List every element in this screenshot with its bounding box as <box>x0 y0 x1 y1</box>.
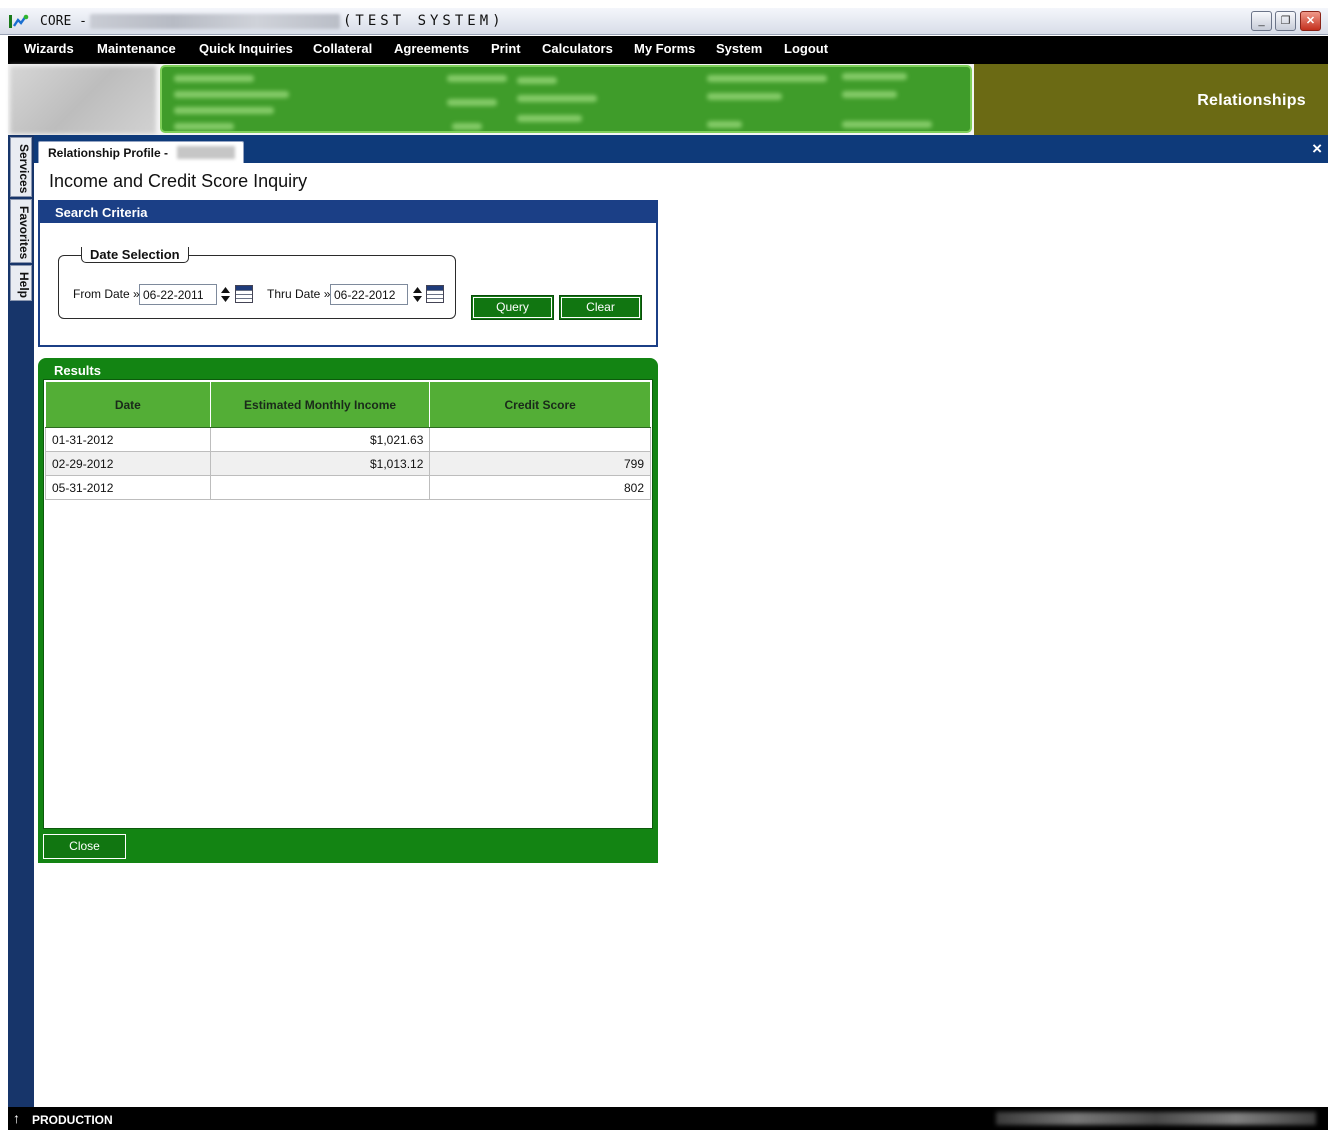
redacted-status-info <box>996 1112 1316 1125</box>
cell-date: 01-31-2012 <box>45 427 211 452</box>
side-tab-favorites[interactable]: Favorites <box>10 199 32 263</box>
close-button[interactable]: Close <box>43 834 126 859</box>
menu-logout[interactable]: Logout <box>784 41 828 56</box>
tab-label: Relationship Profile - <box>48 146 169 160</box>
table-row[interactable]: 01-31-2012 $1,021.63 <box>45 427 651 452</box>
page-title: Income and Credit Score Inquiry <box>49 171 308 191</box>
menu-collateral[interactable]: Collateral <box>313 41 372 56</box>
thru-date-calendar-icon[interactable] <box>426 285 444 303</box>
thru-date-spinner-icon[interactable] <box>412 286 423 303</box>
results-title: Results <box>54 363 101 378</box>
menu-agreements[interactable]: Agreements <box>394 41 469 56</box>
cell-income <box>209 475 431 500</box>
relationship-banner: Relationships <box>8 64 1328 135</box>
left-edge <box>0 135 8 1130</box>
from-date-calendar-icon[interactable] <box>235 285 253 303</box>
cell-credit-score <box>429 427 651 452</box>
column-header-date[interactable]: Date <box>45 381 211 428</box>
from-date-input[interactable] <box>139 284 217 305</box>
side-tab-bar: Services Favorites Help <box>8 135 34 1107</box>
app-logo-icon <box>9 14 29 28</box>
menu-print[interactable]: Print <box>491 41 521 56</box>
thru-date-input[interactable] <box>330 284 408 305</box>
results-table: Date Estimated Monthly Income Credit Sco… <box>45 381 651 500</box>
close-window-button[interactable]: ✕ <box>1300 11 1321 31</box>
menu-wizards[interactable]: Wizards <box>24 41 74 56</box>
section-header: Relationships <box>974 64 1328 135</box>
date-selection-title: Date Selection <box>81 247 189 263</box>
from-date-spinner-icon[interactable] <box>220 286 231 303</box>
results-body: Date Estimated Monthly Income Credit Sco… <box>43 379 653 829</box>
side-tab-help[interactable]: Help <box>10 265 32 301</box>
tab-relationship-profile[interactable]: Relationship Profile - <box>38 141 244 163</box>
side-tab-services[interactable]: Services <box>10 137 32 197</box>
cell-date: 02-29-2012 <box>45 451 211 476</box>
menu-my-forms[interactable]: My Forms <box>634 41 695 56</box>
redacted-photo <box>10 66 156 134</box>
minimize-button[interactable]: _ <box>1251 11 1272 31</box>
tab-strip: Relationship Profile - × <box>34 135 1328 163</box>
table-row[interactable]: 02-29-2012 $1,013.12 799 <box>45 451 651 476</box>
cell-income: $1,013.12 <box>209 451 431 476</box>
thru-date-label: Thru Date » <box>267 287 331 301</box>
system-label: (TEST SYSTEM) <box>343 13 505 29</box>
table-row[interactable]: 05-31-2012 802 <box>45 475 651 500</box>
table-header-row: Date Estimated Monthly Income Credit Sco… <box>45 381 651 428</box>
redacted-tab-text <box>177 146 235 159</box>
cell-date: 05-31-2012 <box>45 475 211 500</box>
window-title: CORE - <box>40 14 87 29</box>
menu-bar: Wizards Maintenance Quick Inquiries Coll… <box>8 36 1328 64</box>
search-criteria-panel: Search Criteria Date Selection From Date… <box>38 200 658 347</box>
column-header-income[interactable]: Estimated Monthly Income <box>209 381 431 428</box>
menu-calculators[interactable]: Calculators <box>542 41 613 56</box>
status-bar: ↑ PRODUCTION <box>8 1107 1328 1130</box>
from-date-label: From Date » <box>73 287 140 301</box>
redacted-title-text <box>90 14 340 29</box>
menu-system[interactable]: System <box>716 41 762 56</box>
restore-button[interactable]: ❐ <box>1275 11 1296 31</box>
menu-maintenance[interactable]: Maintenance <box>97 41 176 56</box>
search-criteria-header: Search Criteria <box>40 202 656 223</box>
environment-label: PRODUCTION <box>32 1113 113 1127</box>
app-window: CORE - (TEST SYSTEM) _ ❐ ✕ Wizards Maint… <box>0 0 1328 1130</box>
date-selection-group: Date Selection From Date » Thru Date » <box>58 247 456 319</box>
title-bar: CORE - (TEST SYSTEM) _ ❐ ✕ <box>0 8 1328 35</box>
query-button[interactable]: Query <box>471 295 554 320</box>
results-panel: Results Date Estimated Monthly Income Cr… <box>38 358 658 863</box>
section-title: Relationships <box>1197 92 1306 109</box>
column-header-credit-score[interactable]: Credit Score <box>429 381 651 428</box>
clear-button[interactable]: Clear <box>559 295 642 320</box>
menu-quick-inquiries[interactable]: Quick Inquiries <box>199 41 293 56</box>
cell-credit-score: 799 <box>429 451 651 476</box>
main-content: Income and Credit Score Inquiry Search C… <box>34 163 1328 1107</box>
relationship-summary <box>160 65 972 133</box>
up-arrow-icon[interactable]: ↑ <box>13 1110 20 1126</box>
search-criteria-title: Search Criteria <box>55 205 148 220</box>
cell-income: $1,021.63 <box>209 427 431 452</box>
cell-credit-score: 802 <box>429 475 651 500</box>
close-tab-icon[interactable]: × <box>1312 139 1322 159</box>
